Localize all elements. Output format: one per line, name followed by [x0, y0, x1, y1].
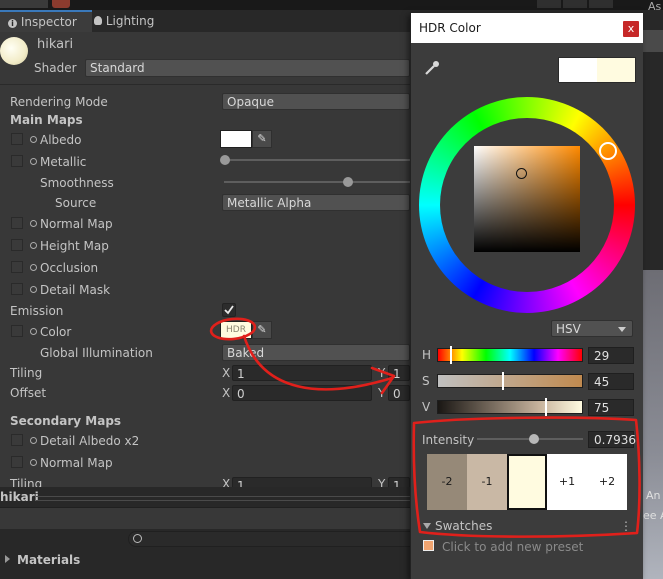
- annotation-box: [412, 416, 641, 538]
- annotation-overlay: [209, 317, 641, 538]
- annotation-circle: [209, 317, 257, 341]
- annotation-arrow: [242, 334, 396, 395]
